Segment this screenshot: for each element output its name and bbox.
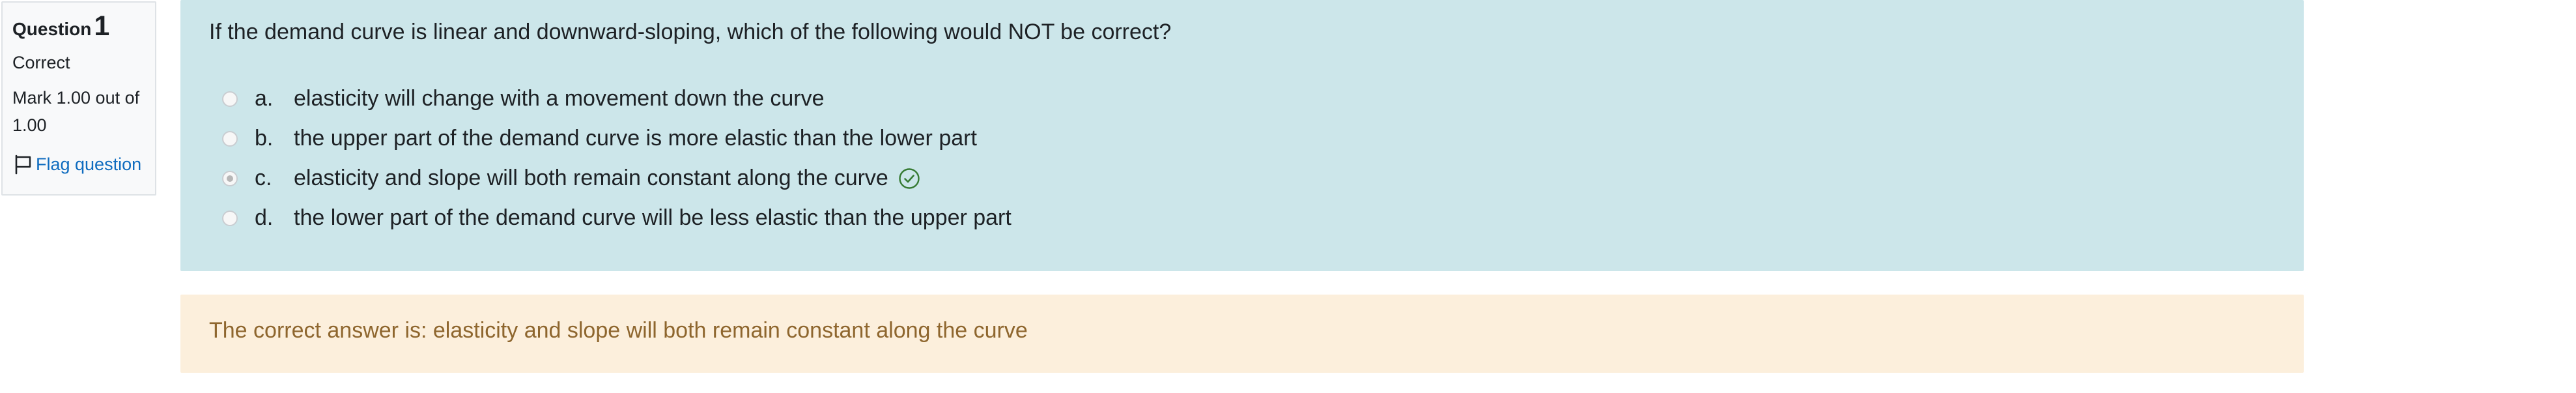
answer-letter: b. — [255, 126, 274, 151]
question-grade: Mark 1.00 out of 1.00 — [12, 88, 140, 135]
answer-list: a. elasticity will change with a movemen… — [209, 79, 2275, 238]
answer-option-a[interactable]: a. elasticity will change with a movemen… — [209, 79, 2275, 119]
answer-label: elasticity and slope will both remain co… — [294, 166, 888, 190]
question-info-panel: Question1 Correct Mark 1.00 out of 1.00 … — [1, 1, 156, 196]
flag-question-label: Flag question — [36, 154, 142, 174]
answer-letter: c. — [255, 166, 272, 190]
answer-radio-a[interactable] — [222, 91, 238, 107]
right-answer-text: The correct answer is: elasticity and sl… — [209, 318, 1028, 343]
feedback-panel: The correct answer is: elasticity and sl… — [180, 295, 2304, 373]
answer-option-c[interactable]: c. elasticity and slope will both remain… — [209, 158, 2275, 198]
question-formulation: If the demand curve is linear and downwa… — [180, 0, 2304, 271]
question-number: 1 — [94, 10, 110, 42]
question-state: Correct — [12, 53, 70, 72]
answer-radio-b[interactable] — [222, 130, 238, 147]
answer-label: the upper part of the demand curve is mo… — [294, 126, 977, 151]
answer-label: elasticity will change with a movement d… — [294, 86, 825, 111]
answer-letter: a. — [255, 86, 274, 111]
check-circle-icon — [899, 167, 920, 189]
answer-radio-c[interactable] — [222, 170, 238, 186]
answer-radio-d[interactable] — [222, 210, 238, 226]
answer-letter: d. — [255, 205, 274, 230]
question-text: If the demand curve is linear and downwa… — [209, 20, 1172, 44]
answer-option-b[interactable]: b. the upper part of the demand curve is… — [209, 119, 2275, 158]
answer-label: the lower part of the demand curve will … — [294, 205, 1012, 230]
answer-option-d[interactable]: d. the lower part of the demand curve wi… — [209, 198, 2275, 238]
question-number-heading: Question1 — [12, 12, 145, 44]
flag-question-link[interactable]: Flag question — [12, 152, 145, 177]
quiz-page: Question1 Correct Mark 1.00 out of 1.00 … — [0, 0, 2576, 393]
flag-icon — [15, 154, 31, 175]
question-label: Question — [12, 19, 92, 39]
